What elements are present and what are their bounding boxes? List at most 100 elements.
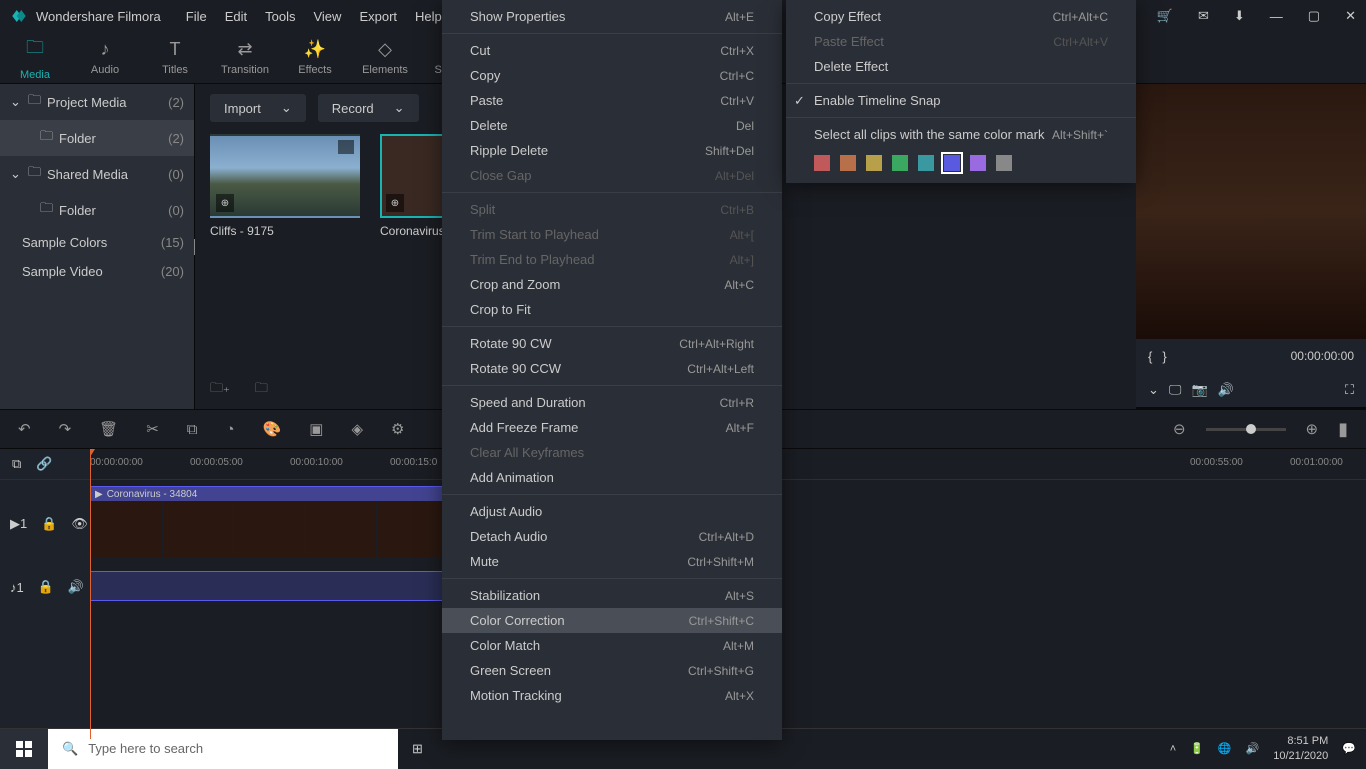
mark-in-icon[interactable]: { [1148, 349, 1152, 364]
mail-icon[interactable]: ✉ [1198, 8, 1209, 24]
zoom-in-button[interactable]: ⊕ [1306, 420, 1319, 438]
video-clip[interactable]: ▶Coronavirus - 34804 [90, 486, 450, 556]
undo-button[interactable]: ↶ [18, 420, 31, 438]
color-swatch[interactable] [970, 155, 986, 171]
cart-icon[interactable]: 🛒 [1157, 8, 1173, 24]
color-swatch[interactable] [918, 155, 934, 171]
tab-effects[interactable]: ✨Effects [280, 32, 350, 83]
delete-button[interactable]: 🗑 [99, 420, 118, 438]
fullscreen-icon[interactable]: ⛶ [1345, 382, 1354, 398]
taskbar-search[interactable]: 🔍Type here to search [48, 729, 398, 769]
minimize-button[interactable]: — [1270, 9, 1283, 24]
menu-item-paste[interactable]: PasteCtrl+V [442, 88, 782, 113]
tab-transition[interactable]: ⇄Transition [210, 32, 280, 83]
redo-button[interactable]: ↷ [59, 420, 72, 438]
tab-media[interactable]: 🗀Media [0, 32, 70, 83]
tree-item[interactable]: Sample Video(20) [0, 257, 194, 286]
menu-item-ripple-delete[interactable]: Ripple DeleteShift+Del [442, 138, 782, 163]
zoom-fit-button[interactable]: ▮ [1338, 419, 1348, 440]
menu-item-stabilization[interactable]: StabilizationAlt+S [442, 583, 782, 608]
menu-item-copy-effect[interactable]: Copy EffectCtrl+Alt+C [786, 4, 1136, 29]
volume-icon[interactable]: 🔊 [1218, 382, 1234, 398]
menu-item-show-properties[interactable]: Show PropertiesAlt+E [442, 4, 782, 29]
menu-item-cut[interactable]: CutCtrl+X [442, 38, 782, 63]
zoom-out-button[interactable]: ⊖ [1173, 420, 1186, 438]
quality-dropdown-icon[interactable]: ⌄ [1148, 382, 1159, 398]
tree-item[interactable]: ⌄🗀Project Media(2) [0, 84, 194, 120]
tab-audio[interactable]: ♪Audio [70, 32, 140, 83]
network-icon[interactable]: 🌐 [1218, 742, 1232, 755]
split-button[interactable]: ✂ [146, 420, 159, 438]
download-icon[interactable]: ⬇ [1234, 8, 1245, 24]
color-swatch[interactable] [944, 155, 960, 171]
menu-item-rotate-90-ccw[interactable]: Rotate 90 CCWCtrl+Alt+Left [442, 356, 782, 381]
tree-item[interactable]: 🗀Folder(2) [0, 120, 194, 156]
audio-clip[interactable] [90, 571, 450, 601]
snapshot-icon[interactable]: 📷 [1191, 382, 1207, 398]
mute-icon[interactable]: 🔊 [68, 579, 84, 595]
playhead[interactable] [90, 449, 91, 739]
color-swatch[interactable] [866, 155, 882, 171]
menu-item-delete-effect[interactable]: Delete Effect [786, 54, 1136, 79]
zoom-slider[interactable] [1206, 428, 1286, 431]
menu-export[interactable]: Export [359, 9, 397, 24]
menu-item-motion-tracking[interactable]: Motion TrackingAlt+X [442, 683, 782, 708]
menu-help[interactable]: Help [415, 9, 442, 24]
volume-tray-icon[interactable]: 🔊 [1246, 742, 1260, 755]
menu-item-mute[interactable]: MuteCtrl+Shift+M [442, 549, 782, 574]
menu-item-detach-audio[interactable]: Detach AudioCtrl+Alt+D [442, 524, 782, 549]
crop-button[interactable]: ⧉ [187, 421, 198, 438]
color-swatch[interactable] [814, 155, 830, 171]
add-to-timeline-icon[interactable]: ⊕ [216, 194, 234, 212]
settings-button[interactable]: ⚙ [391, 420, 404, 438]
menu-item-green-screen[interactable]: Green ScreenCtrl+Shift+G [442, 658, 782, 683]
add-to-timeline-icon[interactable]: ⊕ [386, 194, 404, 212]
menu-item-add-animation[interactable]: Add Animation [442, 465, 782, 490]
menu-item-add-freeze-frame[interactable]: Add Freeze FrameAlt+F [442, 415, 782, 440]
import-dropdown[interactable]: Import⌄ [210, 94, 306, 122]
maximize-button[interactable]: ▢ [1308, 8, 1320, 24]
menu-item-crop-to-fit[interactable]: Crop to Fit [442, 297, 782, 322]
preview-viewport[interactable] [1136, 84, 1366, 339]
notifications-icon[interactable]: 💬 [1342, 742, 1356, 755]
link-icon[interactable]: 🔗 [36, 456, 52, 472]
menu-item-adjust-audio[interactable]: Adjust Audio [442, 499, 782, 524]
keyframe-button[interactable]: ◈ [351, 420, 363, 438]
display-icon[interactable]: 🖵 [1169, 382, 1182, 398]
menu-item-enable-timeline-snap[interactable]: ✓Enable Timeline Snap [786, 88, 1136, 113]
folder-icon[interactable]: 🗀 [255, 379, 268, 401]
battery-icon[interactable]: 🔋 [1190, 742, 1204, 755]
lock-icon[interactable]: 🔒 [41, 516, 57, 532]
color-button[interactable]: 🎨 [263, 420, 282, 438]
color-swatch[interactable] [840, 155, 856, 171]
menu-tools[interactable]: Tools [265, 9, 295, 24]
menu-item-copy[interactable]: CopyCtrl+C [442, 63, 782, 88]
lock-icon[interactable]: 🔒 [38, 579, 54, 595]
color-swatch[interactable] [892, 155, 908, 171]
menu-item-delete[interactable]: DeleteDel [442, 113, 782, 138]
menu-item-crop-and-zoom[interactable]: Crop and ZoomAlt+C [442, 272, 782, 297]
menu-item-speed-and-duration[interactable]: Speed and DurationCtrl+R [442, 390, 782, 415]
speed-button[interactable]: ◔ [226, 421, 235, 438]
tree-item[interactable]: ⌄🗀Shared Media(0) [0, 156, 194, 192]
menu-edit[interactable]: Edit [225, 9, 247, 24]
green-screen-button[interactable]: ▣ [309, 420, 323, 438]
start-button[interactable] [0, 729, 48, 769]
tray-chevron-icon[interactable]: ˄ [1170, 743, 1176, 755]
tray-clock[interactable]: 8:51 PM10/21/2020 [1273, 734, 1328, 763]
record-dropdown[interactable]: Record⌄ [318, 94, 419, 122]
mark-out-icon[interactable]: } [1162, 349, 1166, 364]
media-thumbnail[interactable]: ⊕Cliffs - 9175 [210, 134, 360, 238]
visibility-icon[interactable]: 👁 [71, 516, 88, 532]
match-frame-icon[interactable]: ⧉ [12, 456, 21, 472]
tree-item[interactable]: 🗀Folder(0) [0, 192, 194, 228]
tab-elements[interactable]: ◇Elements [350, 32, 420, 83]
tree-item[interactable]: Sample Colors(15) [0, 228, 194, 257]
menu-item-color-match[interactable]: Color MatchAlt+M [442, 633, 782, 658]
menu-view[interactable]: View [313, 9, 341, 24]
close-button[interactable]: ✕ [1345, 8, 1356, 24]
menu-file[interactable]: File [186, 9, 207, 24]
color-swatch[interactable] [996, 155, 1012, 171]
menu-item-color-correction[interactable]: Color CorrectionCtrl+Shift+C [442, 608, 782, 633]
new-folder-icon[interactable]: 🗀₊ [210, 379, 230, 401]
